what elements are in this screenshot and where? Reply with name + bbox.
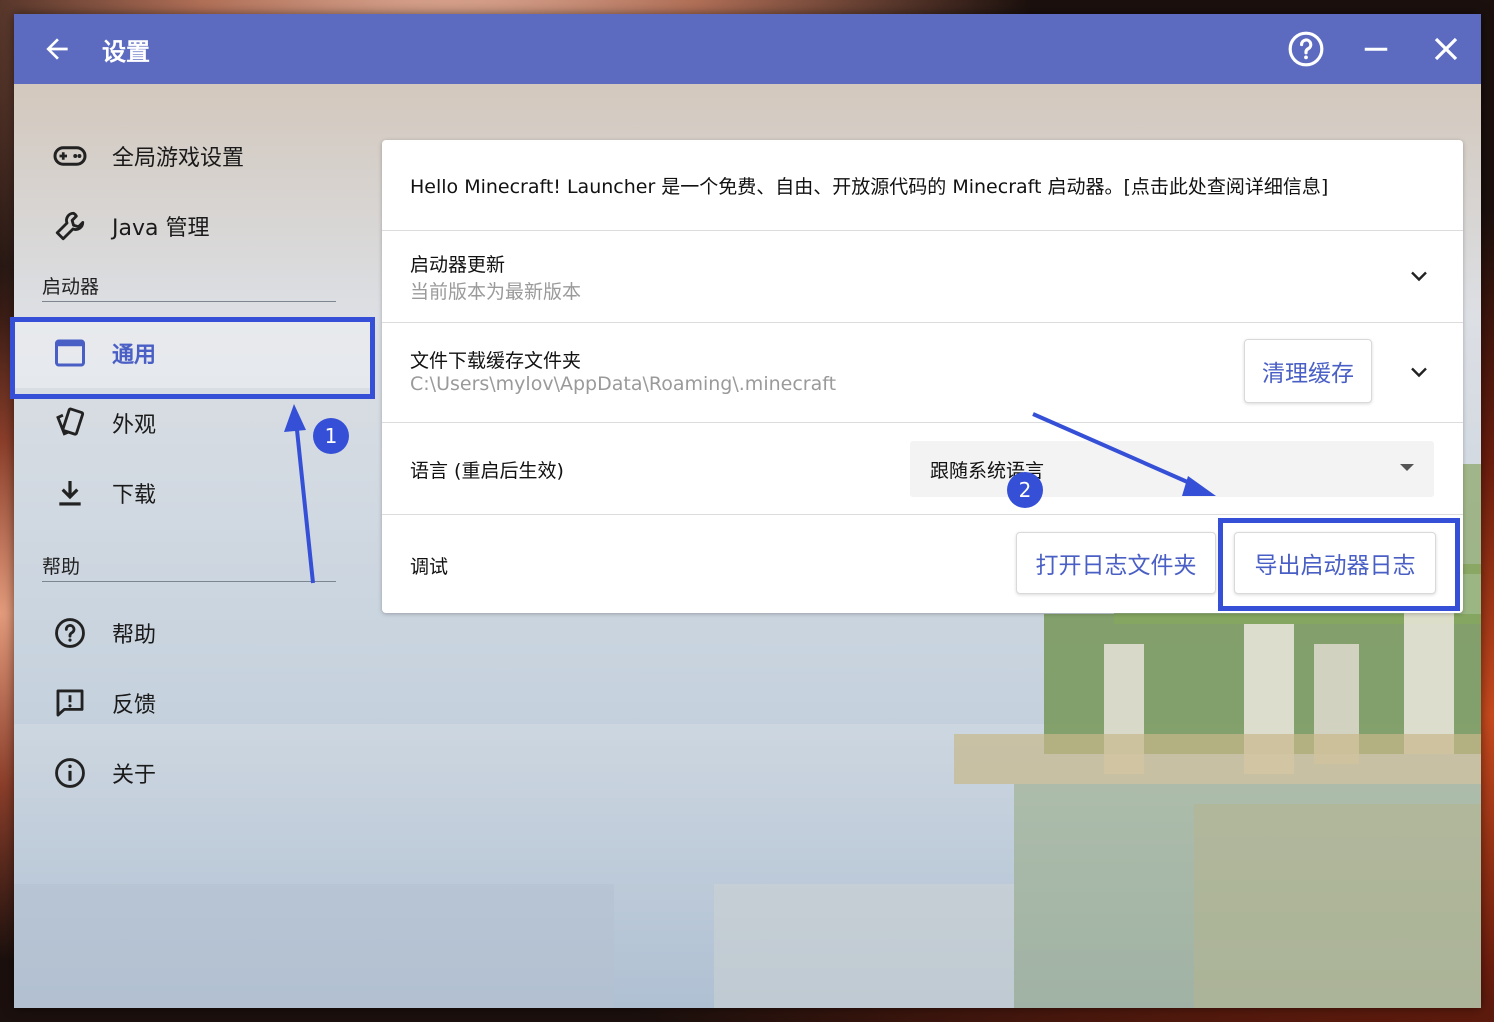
sidebar-item-label: 帮助	[112, 623, 157, 648]
sidebar-item-feedback[interactable]: 反馈	[14, 668, 374, 738]
minimize-button[interactable]	[1341, 14, 1411, 84]
download-icon	[50, 473, 90, 513]
cache-folder-row[interactable]: 文件下载缓存文件夹 C:\Users\mylov\AppData\Roaming…	[382, 323, 1463, 423]
sidebar: 全局游戏设置 Java 管理 启动器 通用 外观 下载 帮助 帮助 反馈 关于	[14, 84, 374, 1008]
sidebar-item-label: 下载	[112, 483, 157, 508]
language-row: 语言 (重启后生效) 跟随系统语言	[382, 423, 1463, 515]
sidebar-item-label: 外观	[112, 413, 157, 438]
info-icon	[50, 753, 90, 793]
sidebar-item-label: 反馈	[112, 693, 157, 718]
help-icon	[1288, 31, 1324, 67]
minimize-icon	[1364, 47, 1388, 51]
sidebar-item-label: 全局游戏设置	[112, 146, 245, 171]
chevron-down-icon[interactable]	[1407, 264, 1431, 288]
question-icon	[50, 613, 90, 653]
sidebar-item-label: 关于	[112, 763, 157, 788]
gamepad-icon	[50, 136, 90, 176]
update-title: 启动器更新	[410, 254, 506, 276]
window-title: 设置	[102, 37, 150, 66]
feedback-icon	[50, 683, 90, 723]
sidebar-item-java-management[interactable]: Java 管理	[14, 191, 374, 261]
back-arrow-icon	[46, 38, 68, 60]
cache-path: C:\Users\mylov\AppData\Roaming\.minecraf…	[410, 373, 837, 395]
close-button[interactable]	[1411, 14, 1481, 84]
clear-cache-button[interactable]: 清理缓存	[1244, 339, 1372, 403]
chevron-down-icon[interactable]	[1407, 360, 1431, 384]
intro-text[interactable]: Hello Minecraft! Launcher 是一个免费、自由、开放源代码…	[410, 172, 1328, 199]
intro-row[interactable]: Hello Minecraft! Launcher 是一个免费、自由、开放源代码…	[382, 140, 1463, 231]
update-subtitle: 当前版本为最新版本	[410, 281, 582, 303]
sidebar-item-global-game-settings[interactable]: 全局游戏设置	[14, 121, 374, 191]
title-bar: 设置	[14, 14, 1481, 84]
language-label: 语言 (重启后生效)	[410, 460, 564, 482]
sidebar-item-download[interactable]: 下载	[14, 458, 374, 528]
annotation-badge-1: 1	[313, 418, 349, 454]
close-icon	[1434, 37, 1458, 61]
sidebar-item-help[interactable]: 帮助	[14, 598, 374, 668]
highlight-box-general	[10, 317, 375, 399]
language-select[interactable]: 跟随系统语言	[910, 441, 1434, 497]
cards-icon	[50, 403, 90, 443]
section-label-help: 帮助	[42, 552, 336, 582]
settings-window: 设置 全局游戏设置 Java 管理 启动器 通用 外观 下载 帮助 帮助 反馈 …	[14, 14, 1481, 1008]
wrench-icon	[50, 206, 90, 246]
highlight-box-export-log	[1218, 518, 1460, 611]
open-log-folder-button[interactable]: 打开日志文件夹	[1016, 532, 1216, 594]
annotation-badge-2: 2	[1007, 472, 1043, 508]
dropdown-caret-icon	[1400, 464, 1414, 471]
debug-label: 调试	[410, 556, 449, 578]
help-button[interactable]	[1271, 14, 1341, 84]
cache-title: 文件下载缓存文件夹	[410, 350, 582, 372]
back-button[interactable]	[22, 14, 92, 84]
section-label-launcher: 启动器	[42, 272, 336, 302]
launcher-update-row[interactable]: 启动器更新 当前版本为最新版本	[382, 231, 1463, 323]
sidebar-item-label: Java 管理	[112, 216, 210, 241]
sidebar-item-about[interactable]: 关于	[14, 738, 374, 808]
